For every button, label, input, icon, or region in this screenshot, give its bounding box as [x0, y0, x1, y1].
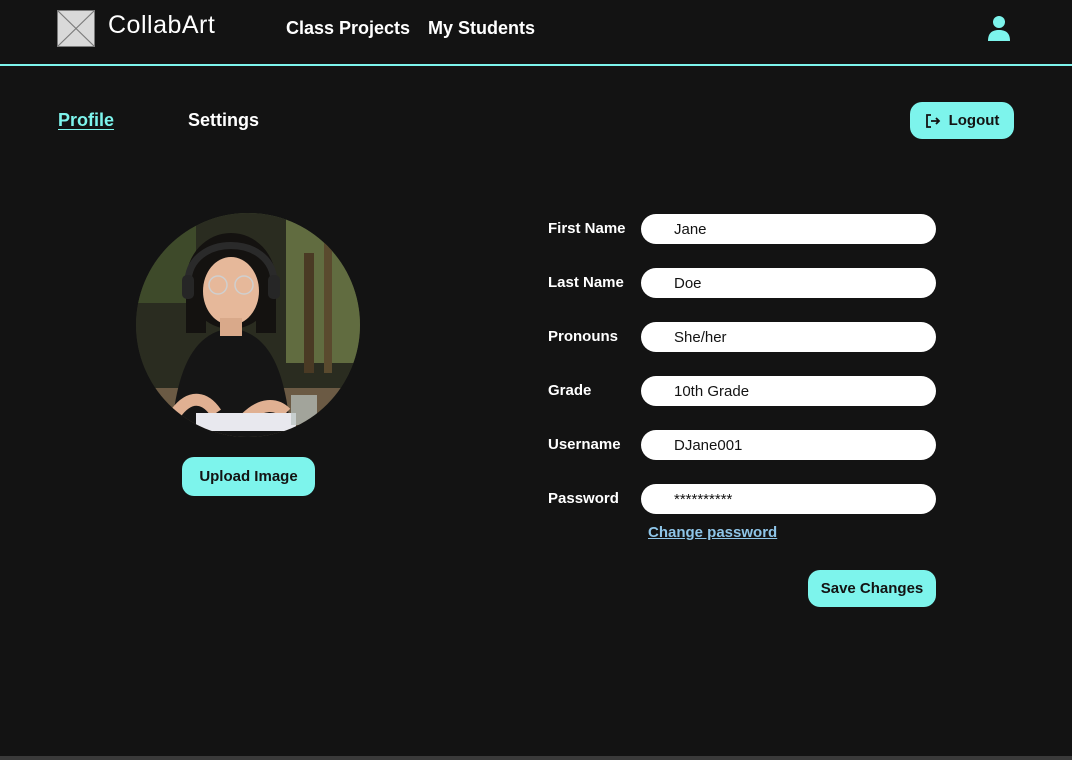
last-name-field[interactable]: Doe — [641, 268, 936, 298]
grade-label: Grade — [548, 382, 592, 399]
tab-settings[interactable]: Settings — [188, 110, 259, 131]
brand-name: CollabArt — [108, 11, 216, 39]
change-password-link[interactable]: Change password — [648, 524, 777, 541]
upload-image-button[interactable]: Upload Image — [182, 457, 315, 496]
profile-avatar-image — [136, 213, 360, 437]
nav-my-students[interactable]: My Students — [428, 18, 535, 39]
user-account-icon[interactable] — [987, 15, 1011, 42]
top-navigation-bar: CollabArt Class Projects My Students — [0, 0, 1072, 64]
grade-field[interactable]: 10th Grade — [641, 376, 936, 406]
first-name-label: First Name — [548, 220, 626, 237]
logout-label: Logout — [948, 112, 1000, 129]
username-label: Username — [548, 436, 621, 453]
last-name-label: Last Name — [548, 274, 624, 291]
pronouns-field[interactable]: She/her — [641, 322, 936, 352]
pronouns-label: Pronouns — [548, 328, 618, 345]
profile-page: CollabArt Class Projects My Students Pro… — [0, 0, 1072, 760]
username-field[interactable]: DJane001 — [641, 430, 936, 460]
logout-icon — [925, 113, 940, 128]
logo-placeholder-icon — [57, 10, 95, 47]
logout-button[interactable]: Logout — [910, 102, 1014, 139]
header-divider — [0, 64, 1072, 66]
password-field[interactable]: ********** — [641, 484, 936, 514]
nav-class-projects[interactable]: Class Projects — [286, 18, 410, 39]
password-label: Password — [548, 490, 619, 507]
first-name-field[interactable]: Jane — [641, 214, 936, 244]
bottom-edge — [0, 756, 1072, 760]
save-changes-button[interactable]: Save Changes — [808, 570, 936, 607]
tab-profile[interactable]: Profile — [58, 110, 114, 131]
